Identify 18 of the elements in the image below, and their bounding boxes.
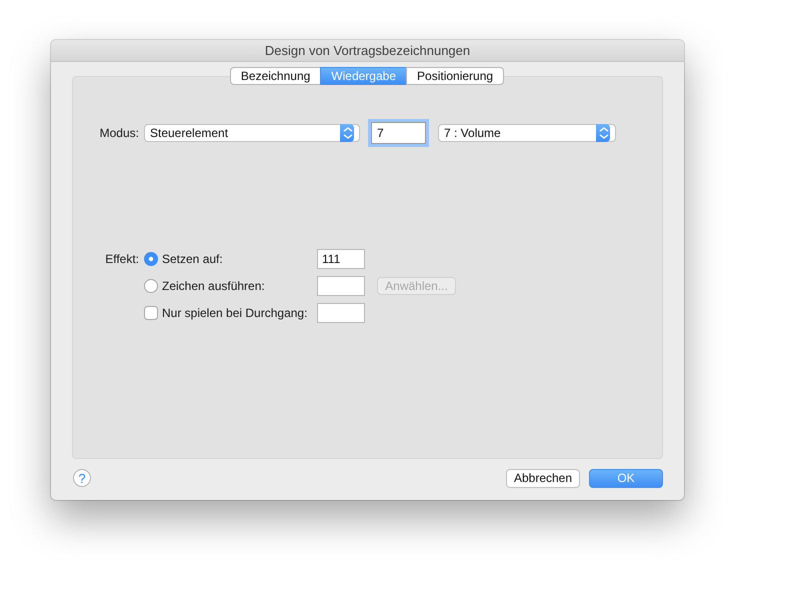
tab[interactable]: Bezeichnung xyxy=(230,67,322,85)
window-title: Design von Vortragsbezeichnungen xyxy=(264,43,470,58)
input-field[interactable]: 111 xyxy=(317,249,365,269)
cancel-button[interactable]: Abbrechen xyxy=(506,468,580,488)
input-field[interactable] xyxy=(317,303,365,323)
controller-popup[interactable]: 7 : Volume xyxy=(438,124,616,142)
option-label: Setzen auf: xyxy=(162,252,223,266)
tab[interactable]: Positionierung xyxy=(406,67,504,85)
mode-popup[interactable]: Steuerelement xyxy=(144,124,360,142)
input-field[interactable] xyxy=(317,276,365,296)
checkbox[interactable] xyxy=(144,306,158,320)
option-label: Zeichen ausführen: xyxy=(162,279,265,293)
radio-button[interactable] xyxy=(144,279,158,293)
effect-label: Effekt: xyxy=(104,252,139,266)
number-field[interactable]: 7 xyxy=(371,122,426,144)
mode-label: Modus: xyxy=(98,126,139,140)
option-label: Nur spielen bei Durchgang: xyxy=(162,306,308,320)
radio-button[interactable] xyxy=(144,252,158,266)
